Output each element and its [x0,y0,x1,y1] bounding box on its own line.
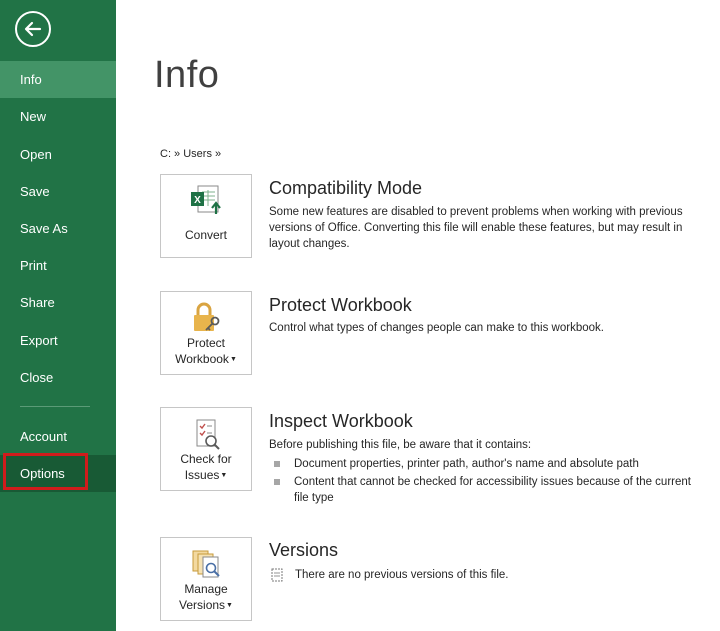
versions-title: Versions [269,540,339,560]
sidebar-item-print[interactable]: Print [0,247,116,284]
bullet-square-icon [274,479,280,485]
sidebar-item-save-as[interactable]: Save As [0,210,116,247]
backstage-sidebar: Info New Open Save Save As Print Share E… [0,0,116,631]
sidebar-item-export[interactable]: Export [0,322,116,359]
svg-text:X: X [194,195,201,206]
convert-button[interactable]: X Convert [160,174,252,258]
manage-versions-button[interactable]: Manage Versions▼ [160,537,252,621]
manage-versions-label-line2: Versions [179,598,226,612]
sidebar-item-open[interactable]: Open [0,136,116,173]
sidebar-divider [20,406,90,407]
version-document-icon [270,568,284,582]
checklist-inspect-icon [196,419,220,450]
dropdown-caret-icon: ▼ [229,356,237,363]
dropdown-caret-icon: ▼ [220,472,228,479]
compatibility-mode-title: Compatibility Mode [269,178,423,198]
protect-workbook-label-line1: Protect [186,336,225,350]
sidebar-item-info[interactable]: Info [0,61,116,98]
lock-key-icon [194,302,220,331]
sidebar-item-account[interactable]: Account [0,418,116,455]
check-for-issues-label-line1: Check for [180,452,232,466]
protect-workbook-label-line2: Workbook [175,352,229,366]
protect-workbook-button[interactable]: Protect Workbook▼ [160,291,252,375]
inspect-workbook-description: Before publishing this file, be aware th… [269,439,532,451]
compatibility-mode-description: Some new features are disabled to preven… [269,206,683,250]
versions-description: There are no previous versions of this f… [295,569,509,581]
manage-versions-label-line1: Manage [184,582,228,596]
protect-workbook-description: Control what types of changes people can… [269,322,604,334]
inspect-workbook-title: Inspect Workbook [269,411,413,431]
excel-convert-icon: X [191,185,221,214]
sidebar-item-share[interactable]: Share [0,284,116,321]
dropdown-caret-icon: ▼ [226,602,233,609]
breadcrumb[interactable]: C: » Users » [160,148,221,160]
sidebar-item-save[interactable]: Save [0,173,116,210]
check-for-issues-button[interactable]: Check for Issues▼ [160,407,252,491]
protect-workbook-title: Protect Workbook [269,295,412,315]
page-title: Info [154,54,220,96]
back-button[interactable] [15,11,51,47]
document-versions-icon [192,550,220,578]
sidebar-item-options[interactable]: Options [0,455,116,492]
bullet-square-icon [274,461,280,467]
sidebar-item-close[interactable]: Close [0,359,116,396]
check-for-issues-label-line2: Issues [184,468,220,482]
back-arrow-icon [24,21,42,37]
convert-button-label: Convert [184,228,228,242]
sidebar-item-new[interactable]: New [0,98,116,135]
